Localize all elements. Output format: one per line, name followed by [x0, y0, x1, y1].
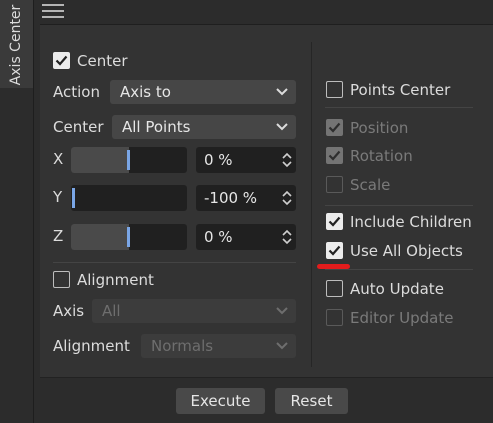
chevron-down-icon — [276, 123, 288, 131]
reset-button[interactable]: Reset — [275, 388, 348, 414]
coord-field-value: 0 % — [204, 228, 233, 246]
auto-update-checkbox[interactable] — [326, 280, 343, 297]
scale-label: Scale — [350, 176, 391, 194]
menu-icon[interactable] — [42, 4, 64, 20]
coord-axis-label: X — [53, 150, 64, 168]
tab-label: Axis Center — [8, 4, 24, 86]
tab-axis-center[interactable]: Axis Center — [0, 0, 34, 88]
right-divider-1 — [325, 107, 473, 108]
alignment-checkbox[interactable] — [53, 271, 70, 288]
right-divider-2 — [325, 205, 473, 206]
points-center-label: Points Center — [350, 81, 451, 99]
rotation-label: Rotation — [350, 147, 413, 165]
column-divider — [311, 42, 312, 367]
center-checkbox[interactable] — [53, 52, 70, 69]
editor-update-checkbox[interactable] — [326, 309, 343, 326]
include-children-checkbox[interactable] — [326, 213, 343, 230]
center-label: Center — [53, 118, 104, 136]
coord-field-value: 0 % — [204, 151, 233, 169]
coord-axis-label: Y — [53, 188, 63, 206]
use-all-objects-checkbox[interactable] — [326, 242, 343, 259]
footer-divider — [40, 377, 493, 378]
slider-fill — [71, 224, 129, 250]
coord-slider-y[interactable] — [71, 185, 187, 211]
alignment-label: Alignment — [53, 337, 130, 355]
check-icon — [328, 216, 341, 227]
slider-handle[interactable] — [127, 150, 130, 170]
slider-fill — [71, 147, 129, 173]
check-icon — [328, 245, 341, 256]
chevron-down-icon — [276, 88, 288, 96]
alignment-checkbox-label: Alignment — [77, 271, 154, 289]
use-all-objects-label: Use All Objects — [350, 242, 463, 260]
chevron-down-icon — [276, 307, 288, 315]
coord-field-x[interactable]: 0 % — [196, 147, 296, 173]
action-dropdown[interactable]: Axis to — [110, 80, 296, 104]
right-divider-3 — [325, 269, 473, 270]
points-center-checkbox[interactable] — [326, 81, 343, 98]
coord-field-y[interactable]: -100 % — [196, 185, 296, 211]
slider-handle[interactable] — [72, 188, 75, 208]
coord-slider-z[interactable] — [71, 224, 187, 250]
axis-label: Axis — [53, 302, 85, 320]
coord-slider-x[interactable] — [71, 147, 187, 173]
action-dropdown-value: Axis to — [120, 83, 171, 101]
rotation-checkbox[interactable] — [326, 147, 343, 164]
check-icon — [328, 150, 341, 161]
chevron-down-icon — [276, 342, 288, 350]
center-checkbox-label: Center — [77, 52, 128, 70]
stepper-icon[interactable] — [282, 228, 292, 246]
center-dropdown[interactable]: All Points — [112, 115, 296, 139]
tab-divider — [33, 0, 34, 423]
auto-update-label: Auto Update — [350, 280, 444, 298]
alignment-dropdown-value: Normals — [151, 337, 214, 355]
red-underline-annotation — [317, 264, 350, 269]
position-label: Position — [350, 119, 409, 137]
axis-dropdown-value: All — [102, 302, 121, 320]
position-checkbox[interactable] — [326, 119, 343, 136]
stepper-icon[interactable] — [282, 189, 292, 207]
section-divider — [53, 262, 296, 263]
alignment-dropdown[interactable]: Normals — [141, 334, 296, 358]
action-label: Action — [53, 83, 100, 101]
slider-handle[interactable] — [127, 227, 130, 247]
scale-checkbox[interactable] — [326, 176, 343, 193]
center-dropdown-value: All Points — [122, 118, 191, 136]
check-icon — [328, 122, 341, 133]
check-icon — [55, 55, 68, 66]
axis-dropdown[interactable]: All — [92, 299, 296, 323]
coord-axis-label: Z — [53, 227, 64, 245]
editor-update-label: Editor Update — [350, 309, 454, 327]
coord-field-value: -100 % — [204, 189, 258, 207]
include-children-label: Include Children — [350, 213, 472, 231]
stepper-icon[interactable] — [282, 151, 292, 169]
execute-button[interactable]: Execute — [176, 388, 265, 414]
coord-field-z[interactable]: 0 % — [196, 224, 296, 250]
